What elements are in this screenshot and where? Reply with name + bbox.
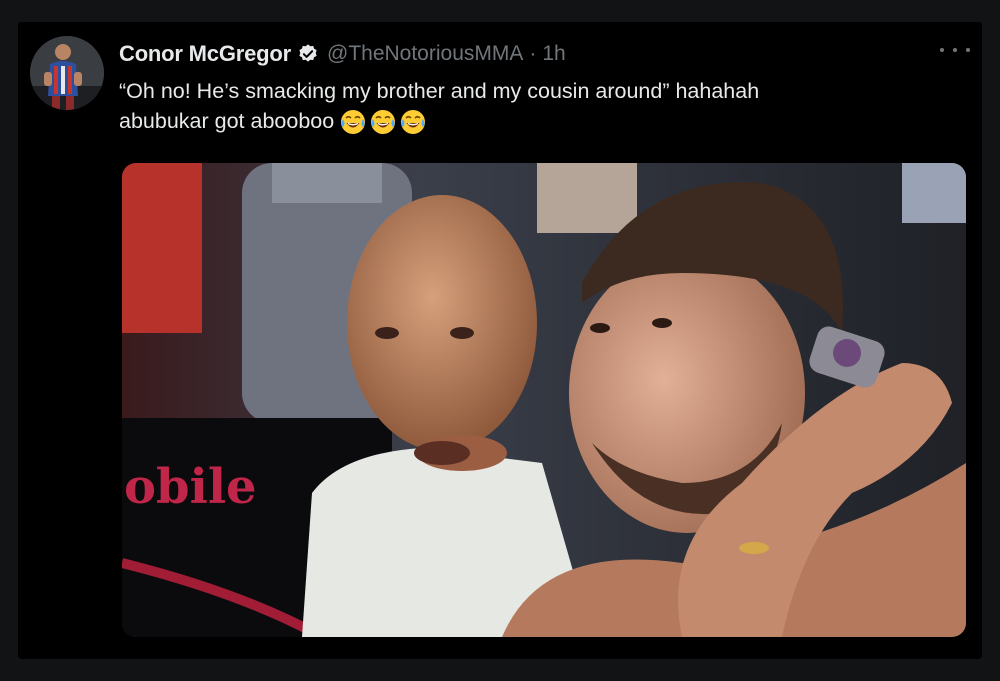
more-options-icon[interactable]: [940, 40, 970, 60]
tweet-card[interactable]: Conor McGregor @TheNotoriousMMA · 1h “Oh…: [18, 22, 982, 659]
avatar-image: [30, 36, 104, 110]
tears-of-joy-emoji-icon: [341, 110, 366, 135]
tweet-media-photo[interactable]: obile: [122, 163, 966, 637]
tweet-header: Conor McGregor @TheNotoriousMMA · 1h: [119, 40, 566, 68]
tears-of-joy-emoji-icon: [401, 110, 426, 135]
verified-icon: [297, 43, 319, 65]
tweet-text-line-2: abubukar got abooboo: [119, 109, 335, 133]
avatar[interactable]: [30, 36, 104, 110]
display-name[interactable]: Conor McGregor: [119, 41, 291, 67]
timestamp[interactable]: 1h: [542, 42, 565, 66]
tears-of-joy-emoji-icon: [371, 110, 396, 135]
barrier-sign-text: obile: [124, 459, 257, 515]
tweet-text: “Oh no! He’s smacking my brother and my …: [119, 76, 959, 136]
tweet-text-line-1: “Oh no! He’s smacking my brother and my …: [119, 79, 760, 103]
separator-dot: ·: [529, 42, 537, 65]
user-handle[interactable]: @TheNotoriousMMA: [327, 42, 523, 66]
tweet-text-line-2-container: abubukar got abooboo: [119, 106, 959, 136]
emoji-group: [340, 109, 426, 135]
screenshot-frame: Conor McGregor @TheNotoriousMMA · 1h “Oh…: [0, 0, 1000, 681]
photo-image: obile: [122, 163, 966, 637]
